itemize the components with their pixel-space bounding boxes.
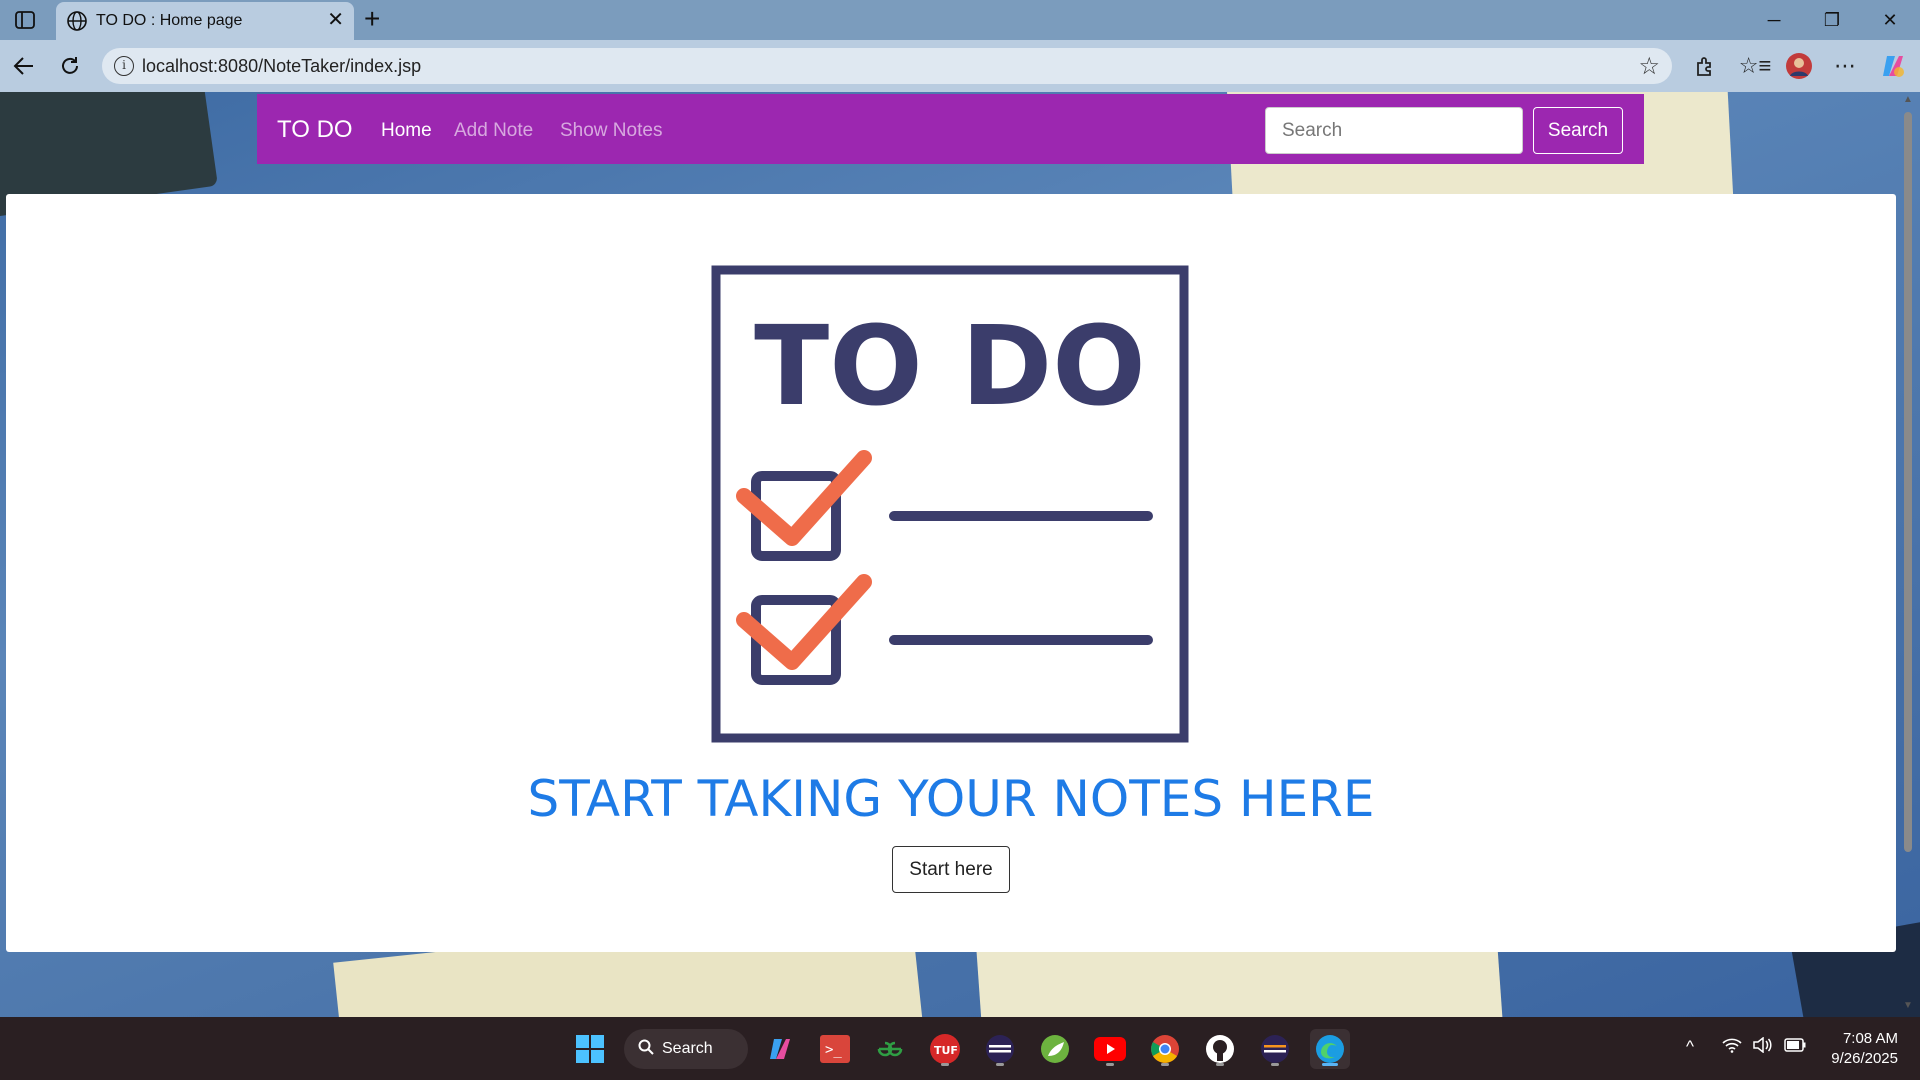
- back-icon[interactable]: [8, 50, 40, 82]
- clock-date: 9/26/2025: [1831, 1050, 1898, 1067]
- taskbar-search[interactable]: Search: [624, 1029, 748, 1069]
- copilot-icon[interactable]: [1878, 52, 1908, 80]
- search-button[interactable]: Search: [1533, 107, 1623, 154]
- favorites-icon[interactable]: ☆≡: [1739, 52, 1772, 80]
- active-tab[interactable]: TO DO : Home page ✕: [56, 2, 354, 40]
- illustration-title: TO DO: [754, 302, 1146, 430]
- tuf-icon[interactable]: TUF: [925, 1029, 965, 1069]
- page-viewport: TO DO Home Add Note Show Notes Search TO…: [0, 92, 1920, 1017]
- active-indicator: [1322, 1063, 1338, 1066]
- taskbar-search-label: Search: [662, 1040, 713, 1057]
- edge-icon[interactable]: [1310, 1029, 1350, 1069]
- running-indicator: [941, 1063, 949, 1066]
- battery-icon[interactable]: [1784, 1037, 1806, 1057]
- system-clock[interactable]: 7:08 AM 9/26/2025: [1831, 1029, 1898, 1069]
- chevron-up-icon[interactable]: ^: [1686, 1037, 1694, 1057]
- extensions-icon[interactable]: [1690, 52, 1720, 80]
- search-input[interactable]: [1265, 107, 1523, 154]
- nav-link-add-note[interactable]: Add Note: [454, 120, 533, 142]
- github-icon[interactable]: [1200, 1029, 1240, 1069]
- restore-icon[interactable]: ❐: [1812, 6, 1852, 34]
- eclipse-icon-2[interactable]: [1255, 1029, 1295, 1069]
- tab-bar: TO DO : Home page ✕ + ─ ❐ ✕: [0, 0, 1920, 40]
- youtube-icon[interactable]: [1090, 1029, 1130, 1069]
- running-indicator: [996, 1063, 1004, 1066]
- scroll-thumb[interactable]: [1904, 112, 1912, 852]
- globe-icon: [66, 10, 88, 32]
- minimize-icon[interactable]: ─: [1754, 6, 1794, 34]
- spring-icon[interactable]: [1035, 1029, 1075, 1069]
- clock-time: 7:08 AM: [1842, 1030, 1898, 1047]
- nav-link-show-notes[interactable]: Show Notes: [560, 120, 662, 142]
- hero-headline: START TAKING YOUR NOTES HERE: [527, 770, 1375, 828]
- chrome-icon[interactable]: [1145, 1029, 1185, 1069]
- running-indicator: [1271, 1063, 1279, 1066]
- page-scrollbar[interactable]: ▲ ▼: [1902, 94, 1914, 1014]
- refresh-icon[interactable]: [54, 50, 86, 82]
- search-icon: [638, 1039, 654, 1060]
- url-text[interactable]: localhost:8080/NoteTaker/index.jsp: [142, 56, 421, 77]
- info-icon[interactable]: i: [114, 56, 134, 76]
- windows-taskbar: Search >_ TUF ^ 7:08 AM 9/26/2025: [0, 1017, 1920, 1080]
- more-options-icon[interactable]: ⋯: [1830, 52, 1860, 80]
- close-icon[interactable]: ✕: [327, 9, 344, 31]
- running-indicator: [1216, 1063, 1224, 1066]
- volume-icon[interactable]: [1752, 1036, 1772, 1058]
- favorite-star-icon[interactable]: ☆: [1638, 52, 1660, 81]
- address-bar[interactable]: i localhost:8080/NoteTaker/index.jsp ☆: [102, 48, 1672, 84]
- scroll-up-icon[interactable]: ▲: [1902, 94, 1914, 106]
- profile-avatar[interactable]: [1784, 52, 1814, 80]
- navbar-brand[interactable]: TO DO: [277, 116, 353, 144]
- main-card: TO DO START TAKING YOUR NOTES HERE Start…: [6, 194, 1896, 952]
- eclipse-icon[interactable]: [980, 1029, 1020, 1069]
- address-toolbar: i localhost:8080/NoteTaker/index.jsp ☆ ☆…: [0, 40, 1920, 92]
- site-navbar: TO DO Home Add Note Show Notes Search: [257, 94, 1644, 164]
- scroll-down-icon[interactable]: ▼: [1902, 1000, 1914, 1012]
- running-indicator: [1106, 1063, 1114, 1066]
- windows-start-icon[interactable]: [570, 1029, 610, 1069]
- start-here-button[interactable]: Start here: [892, 846, 1010, 893]
- terminal-icon[interactable]: >_: [815, 1029, 855, 1069]
- svg-text:>_: >_: [825, 1042, 842, 1058]
- sidebar-toggle-icon[interactable]: [12, 8, 38, 32]
- wifi-icon[interactable]: [1722, 1037, 1742, 1058]
- tab-title: TO DO : Home page: [96, 12, 243, 29]
- copilot-icon[interactable]: [760, 1029, 800, 1069]
- svg-text:TUF: TUF: [934, 1044, 958, 1057]
- todo-list-illustration: TO DO: [711, 265, 1189, 743]
- running-indicator: [1161, 1063, 1169, 1066]
- nav-link-home[interactable]: Home: [381, 120, 432, 142]
- window-close-icon[interactable]: ✕: [1870, 6, 1910, 34]
- geeksforgeeks-icon[interactable]: [870, 1029, 910, 1069]
- new-tab-icon[interactable]: +: [364, 4, 380, 34]
